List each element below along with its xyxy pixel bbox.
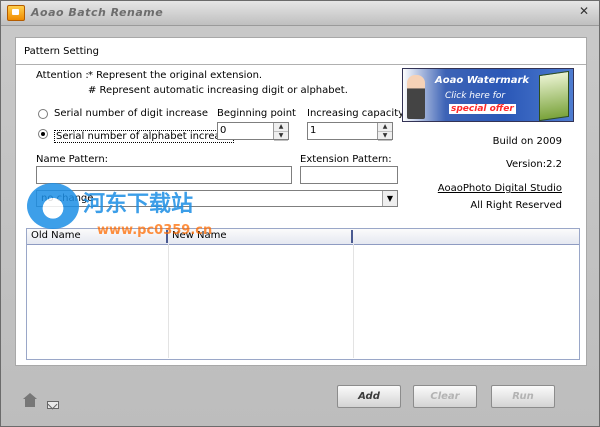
beginning-point-input[interactable] xyxy=(218,123,272,137)
close-button[interactable]: ✕ xyxy=(577,4,591,18)
rights-info: All Right Reserved xyxy=(470,200,562,211)
spin-up-icon[interactable]: ▲ xyxy=(274,123,288,132)
name-pattern-label: Name Pattern: xyxy=(36,154,109,165)
mail-icon[interactable] xyxy=(47,401,59,409)
column-divider xyxy=(168,244,169,358)
column-divider xyxy=(353,244,354,358)
table-header: Old Name New Name xyxy=(27,229,579,245)
pattern-setting-panel: Pattern Setting Attention : * Represent … xyxy=(15,37,587,366)
radio-alphabet-label[interactable]: Serial number of alphabet increase xyxy=(54,130,234,143)
studio-link[interactable]: AoaoPhoto Digital Studio xyxy=(438,183,562,194)
pattern-setting-title: Pattern Setting xyxy=(24,46,99,57)
app-window: Aoao Batch Rename ✕ Pattern Setting Atte… xyxy=(0,0,600,427)
ad-title: Aoao Watermark xyxy=(435,75,530,86)
window-title: Aoao Batch Rename xyxy=(31,6,164,19)
build-info: Build on 2009 xyxy=(492,136,562,147)
increasing-capacity-arrows[interactable]: ▲ ▼ xyxy=(377,123,392,141)
beginning-point-label: Beginning point xyxy=(217,108,296,119)
run-button[interactable]: Run xyxy=(491,385,555,408)
footer-bar: Add Clear Run xyxy=(5,373,595,421)
watermark-ad-banner[interactable]: Aoao Watermark Click here for special of… xyxy=(402,68,574,122)
radio-digit-increase[interactable] xyxy=(38,109,48,119)
version-info: Version:2.2 xyxy=(505,159,562,170)
chevron-down-icon[interactable]: ▼ xyxy=(382,191,397,206)
attention-label: Attention : xyxy=(36,70,89,81)
app-icon xyxy=(7,5,25,21)
product-box-image xyxy=(539,70,569,122)
radio-digit-label[interactable]: Serial number of digit increase xyxy=(54,108,208,119)
clear-button[interactable]: Clear xyxy=(413,385,477,408)
attention-line-1: * Represent the original extension. xyxy=(88,70,263,81)
increasing-capacity-label: Increasing capacity xyxy=(307,108,405,119)
file-list-table[interactable]: Old Name New Name xyxy=(26,228,580,360)
attention-line-2: # Represent automatic increasing digit o… xyxy=(88,85,348,96)
beginning-point-stepper[interactable]: ▲ ▼ xyxy=(217,122,289,141)
title-bar[interactable]: Aoao Batch Rename ✕ xyxy=(1,1,599,26)
radio-alphabet-increase[interactable] xyxy=(38,129,48,139)
add-button[interactable]: Add xyxy=(337,385,401,408)
spin-up-icon[interactable]: ▲ xyxy=(378,123,392,132)
increasing-capacity-input[interactable] xyxy=(308,123,376,137)
ad-offer: special offer xyxy=(449,104,516,114)
divider xyxy=(16,64,586,65)
column-new-name[interactable]: New Name xyxy=(168,230,353,243)
person-image xyxy=(407,75,425,119)
spin-down-icon[interactable]: ▼ xyxy=(378,132,392,141)
name-pattern-field[interactable] xyxy=(36,166,292,184)
case-select-value: no change xyxy=(41,193,94,204)
spin-down-icon[interactable]: ▼ xyxy=(274,132,288,141)
extension-pattern-label: Extension Pattern: xyxy=(300,154,392,165)
column-old-name[interactable]: Old Name xyxy=(27,230,168,243)
ad-subtitle: Click here for xyxy=(445,91,506,101)
beginning-point-arrows[interactable]: ▲ ▼ xyxy=(273,123,288,141)
increasing-capacity-stepper[interactable]: ▲ ▼ xyxy=(307,122,393,141)
case-select[interactable]: no change ▼ xyxy=(36,190,398,207)
home-icon[interactable] xyxy=(23,393,37,407)
column-extra[interactable] xyxy=(353,230,579,243)
extension-pattern-field[interactable] xyxy=(300,166,398,184)
